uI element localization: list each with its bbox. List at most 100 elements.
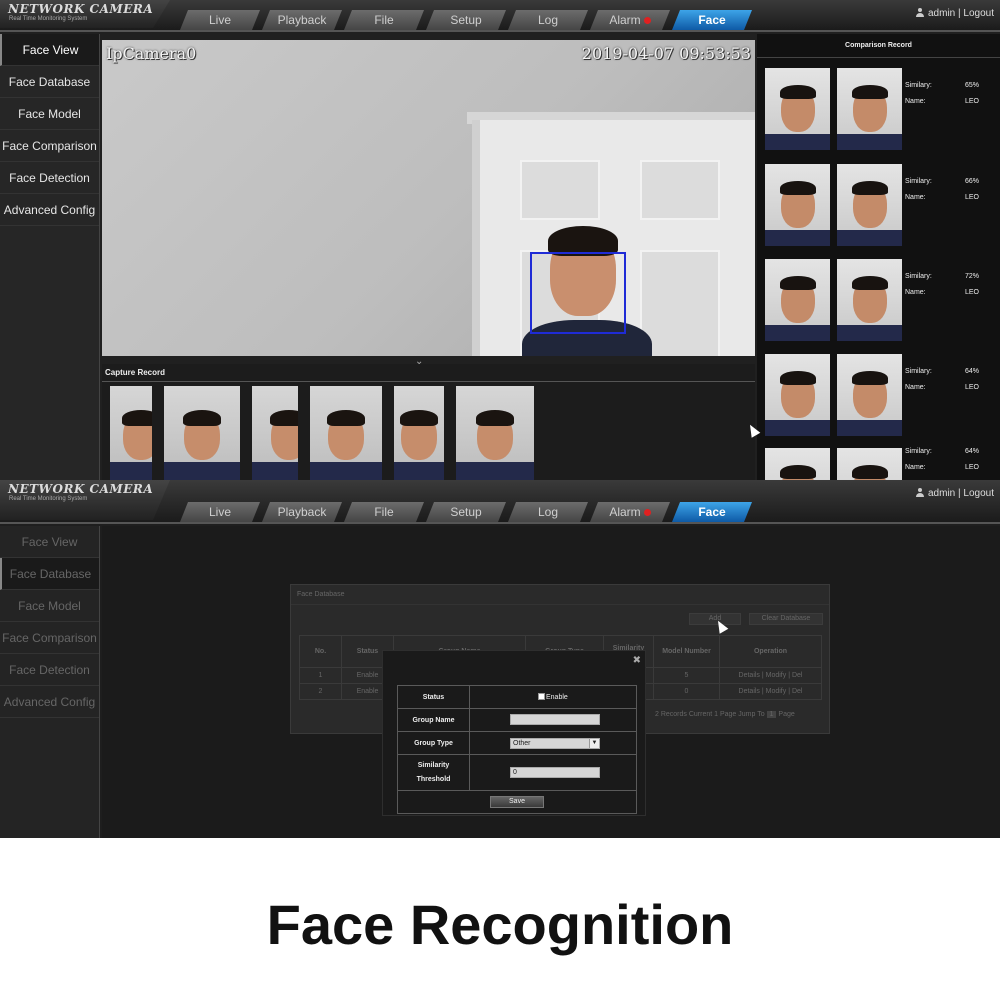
enable-checkbox[interactable]: [538, 693, 545, 700]
tab-setup[interactable]: Setup: [426, 10, 506, 30]
sidebar-item-advanced-config[interactable]: Advanced Config: [0, 194, 99, 226]
similarity-threshold-input[interactable]: 0: [510, 767, 600, 778]
app-header: NETWORK CAMERA Real Time Monitoring Syst…: [0, 0, 1000, 32]
clear-database-button[interactable]: Clear Database: [749, 613, 823, 625]
sidebar-item-face-comparison[interactable]: Face Comparison: [0, 622, 99, 654]
comparison-item[interactable]: Similary: 64% Name: LEO: [765, 354, 995, 438]
tab-label: Face: [698, 13, 726, 27]
separator: |: [958, 488, 961, 499]
tab-live[interactable]: Live: [180, 10, 260, 30]
tab-alarm[interactable]: Alarm: [590, 502, 670, 522]
face-database-screen: NETWORK CAMERA Real Time Monitoring Syst…: [0, 480, 1000, 838]
caption-title: Face Recognition: [266, 893, 734, 956]
tab-label: Log: [537, 505, 559, 519]
cell-operation[interactable]: Details | Modify | Del: [719, 667, 822, 684]
save-row: Save: [397, 790, 637, 814]
similarity-value: 64%: [965, 368, 980, 375]
tab-file[interactable]: File: [344, 10, 424, 30]
sidebar-item-face-view[interactable]: Face View: [0, 34, 99, 66]
tab-label: Setup: [450, 13, 482, 27]
cell-no: 1: [299, 667, 342, 684]
chevron-down-icon: ▼: [589, 738, 599, 748]
sidebar-item-face-view[interactable]: Face View: [0, 526, 99, 558]
comparison-item[interactable]: Similary: 72% Name: LEO: [765, 259, 995, 343]
tab-face[interactable]: Face: [672, 10, 752, 30]
comparison-info: Similary: 64% Name: LEO: [905, 368, 979, 400]
column-header: No.: [299, 635, 342, 668]
comparison-info: Similary: 72% Name: LEO: [905, 273, 979, 305]
tab-playback[interactable]: Playback: [262, 10, 342, 30]
group-type-label: Group Type: [397, 731, 470, 755]
capture-thumbnail[interactable]: [456, 386, 534, 480]
group-type-select[interactable]: Other ▼: [510, 737, 600, 749]
logo-text: NETWORK CAMERA: [8, 2, 154, 16]
cell-operation[interactable]: Details | Modify | Del: [719, 683, 822, 700]
live-video[interactable]: IpCamera0 2019-04-07 09:53:53: [102, 40, 755, 356]
sidebar-item-face-detection[interactable]: Face Detection: [0, 654, 99, 686]
tab-live[interactable]: Live: [180, 502, 260, 522]
tab-log[interactable]: Log: [508, 502, 588, 522]
logo: NETWORK CAMERA Real Time Monitoring Syst…: [0, 480, 170, 520]
tab-setup[interactable]: Setup: [426, 502, 506, 522]
name-value: LEO: [965, 289, 980, 296]
sidebar-item-face-model[interactable]: Face Model: [0, 590, 99, 622]
tab-label: Playback: [277, 13, 327, 27]
tab-label: File: [374, 13, 394, 27]
comparison-item[interactable]: Similary: 65% Name: LEO: [765, 68, 995, 152]
tab-file[interactable]: File: [344, 502, 424, 522]
video-timestamp: 2019-04-07 09:53:53: [581, 44, 751, 63]
capture-thumbnail[interactable]: [394, 386, 444, 480]
close-icon[interactable]: ✖: [633, 655, 641, 666]
sidebar-item-face-model[interactable]: Face Model: [0, 98, 99, 130]
pagination-text: 2 Records Current 1 Page Jump To: [655, 711, 765, 718]
group-name-label: Group Name: [397, 708, 470, 732]
name-value: LEO: [965, 464, 980, 471]
sidebar-item-face-database[interactable]: Face Database: [0, 558, 99, 590]
sidebar-item-face-comparison[interactable]: Face Comparison: [0, 130, 99, 162]
tab-alarm[interactable]: Alarm: [590, 10, 670, 30]
status-label: Status: [397, 685, 470, 709]
group-type-field: Other ▼: [469, 731, 637, 755]
captured-face: [765, 354, 830, 436]
capture-thumbnail[interactable]: [310, 386, 382, 480]
tab-label: Setup: [450, 505, 482, 519]
comparison-item[interactable]: Similary: 66% Name: LEO: [765, 164, 995, 248]
main-tabs: Live Playback File Setup Log Alarm Face: [180, 502, 754, 522]
capture-thumbnail[interactable]: [252, 386, 298, 480]
similarity-value: 65%: [965, 82, 980, 89]
group-name-input[interactable]: [510, 713, 600, 725]
sidebar-item-face-database[interactable]: Face Database: [0, 66, 99, 98]
tab-label: Alarm: [609, 505, 641, 519]
tab-label: Playback: [277, 505, 327, 519]
enable-label: Enable: [546, 694, 568, 701]
cell-model-number: 5: [653, 667, 720, 684]
tab-face[interactable]: Face: [672, 502, 752, 522]
logo-subtitle: Real Time Monitoring System: [9, 16, 88, 22]
comparison-item[interactable]: Similary: 64% Name: LEO: [765, 448, 995, 480]
page-select[interactable]: 1: [766, 711, 777, 718]
camera-name: IpCamera0: [106, 44, 197, 63]
tab-log[interactable]: Log: [508, 10, 588, 30]
name-value: LEO: [965, 98, 980, 105]
comparison-info: Similary: 66% Name: LEO: [905, 178, 979, 210]
logout-link[interactable]: Logout: [963, 8, 994, 19]
face-view-screen: NETWORK CAMERA Real Time Monitoring Syst…: [0, 0, 1000, 480]
capture-thumbnail[interactable]: [110, 386, 152, 480]
save-button[interactable]: Save: [490, 796, 544, 808]
sidebar-item-advanced-config[interactable]: Advanced Config: [0, 686, 99, 718]
logout-link[interactable]: Logout: [963, 488, 994, 499]
similarity-value: 64%: [965, 448, 980, 455]
name-label: Name:: [905, 464, 926, 471]
window-title: Face Database: [291, 585, 829, 605]
tab-label: File: [374, 505, 394, 519]
cell-no: 2: [299, 683, 342, 700]
logo-subtitle: Real Time Monitoring System: [9, 496, 88, 502]
tab-playback[interactable]: Playback: [262, 502, 342, 522]
comparison-info: Similary: 65% Name: LEO: [905, 82, 979, 114]
sidebar-item-face-detection[interactable]: Face Detection: [0, 162, 99, 194]
similarity-value: 72%: [965, 273, 980, 280]
name-label: Name:: [905, 98, 926, 105]
capture-thumbnail[interactable]: [164, 386, 240, 480]
alarm-indicator-icon: [643, 509, 651, 517]
door-panel: [640, 160, 720, 220]
